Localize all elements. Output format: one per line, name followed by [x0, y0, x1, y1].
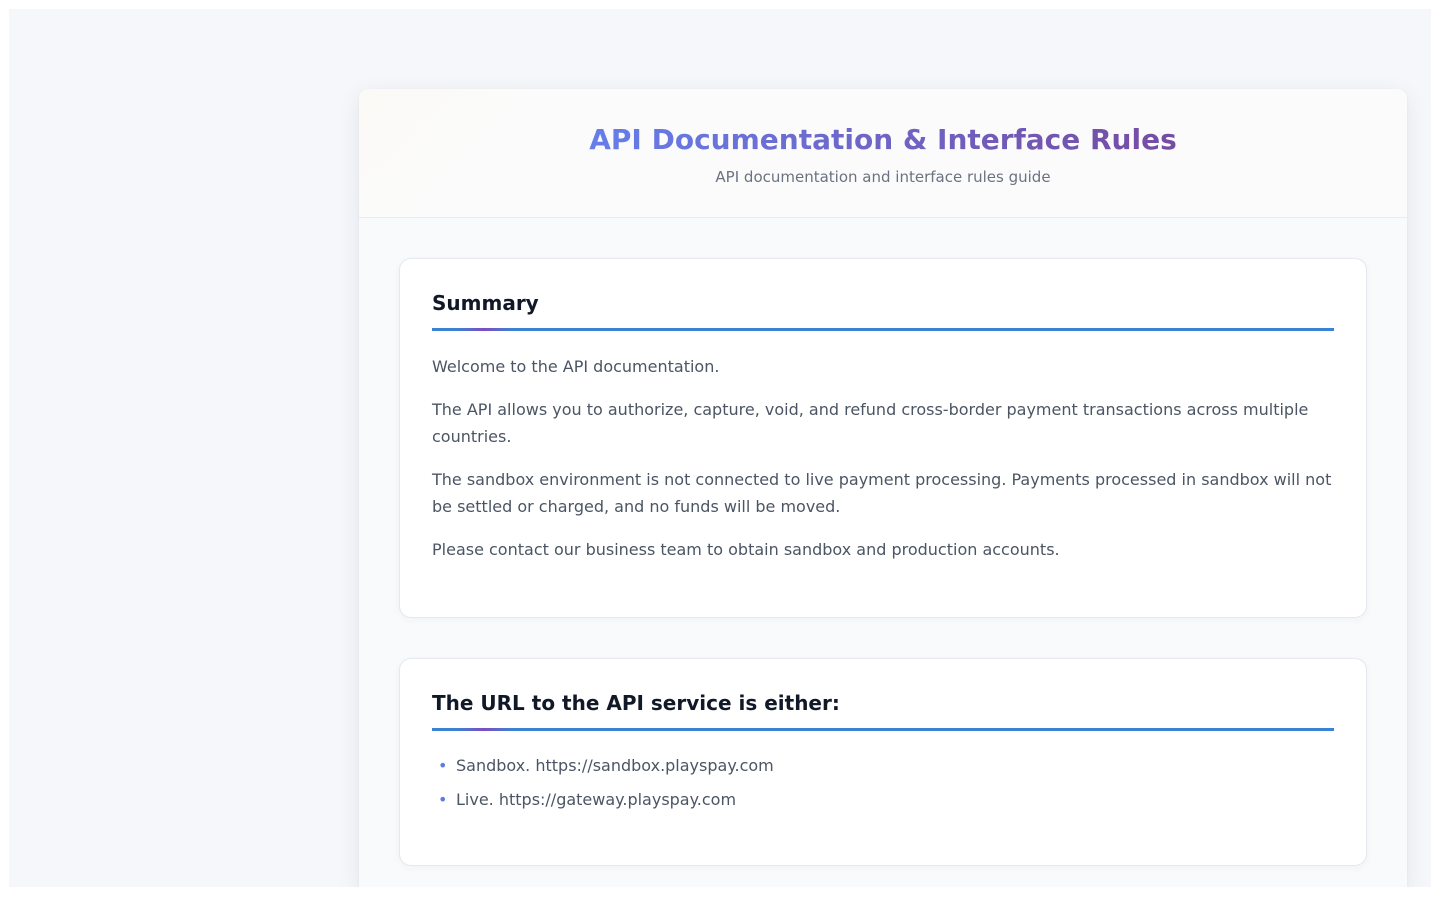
documentation-card: API Documentation & Interface Rules API …	[359, 89, 1407, 887]
summary-section-title: Summary	[432, 289, 1334, 331]
page-subtitle: API documentation and interface rules gu…	[715, 168, 1051, 186]
summary-paragraph: The API allows you to authorize, capture…	[432, 400, 1309, 446]
page-viewport: API Documentation & Interface Rules API …	[9, 9, 1431, 887]
doc-header: API Documentation & Interface Rules API …	[359, 89, 1407, 218]
api-url-item-sandbox: Sandbox. https://sandbox.playspay.com	[432, 753, 1334, 779]
summary-section: Summary Welcome to the API documentation…	[399, 258, 1367, 618]
doc-body: Summary Welcome to the API documentation…	[359, 218, 1407, 866]
summary-content: Welcome to the API documentation. The AP…	[432, 353, 1334, 563]
api-url-section: The URL to the API service is either: Sa…	[399, 658, 1367, 866]
summary-paragraph: Welcome to the API documentation.	[432, 357, 720, 376]
summary-paragraph: The sandbox environment is not connected…	[432, 470, 1332, 516]
api-url-section-title: The URL to the API service is either:	[432, 689, 1334, 731]
api-url-list: Sandbox. https://sandbox.playspay.com Li…	[432, 753, 1334, 813]
page-title: API Documentation & Interface Rules	[589, 123, 1177, 156]
summary-paragraph: Please contact our business team to obta…	[432, 540, 1060, 559]
api-url-item-live: Live. https://gateway.playspay.com	[432, 787, 1334, 813]
